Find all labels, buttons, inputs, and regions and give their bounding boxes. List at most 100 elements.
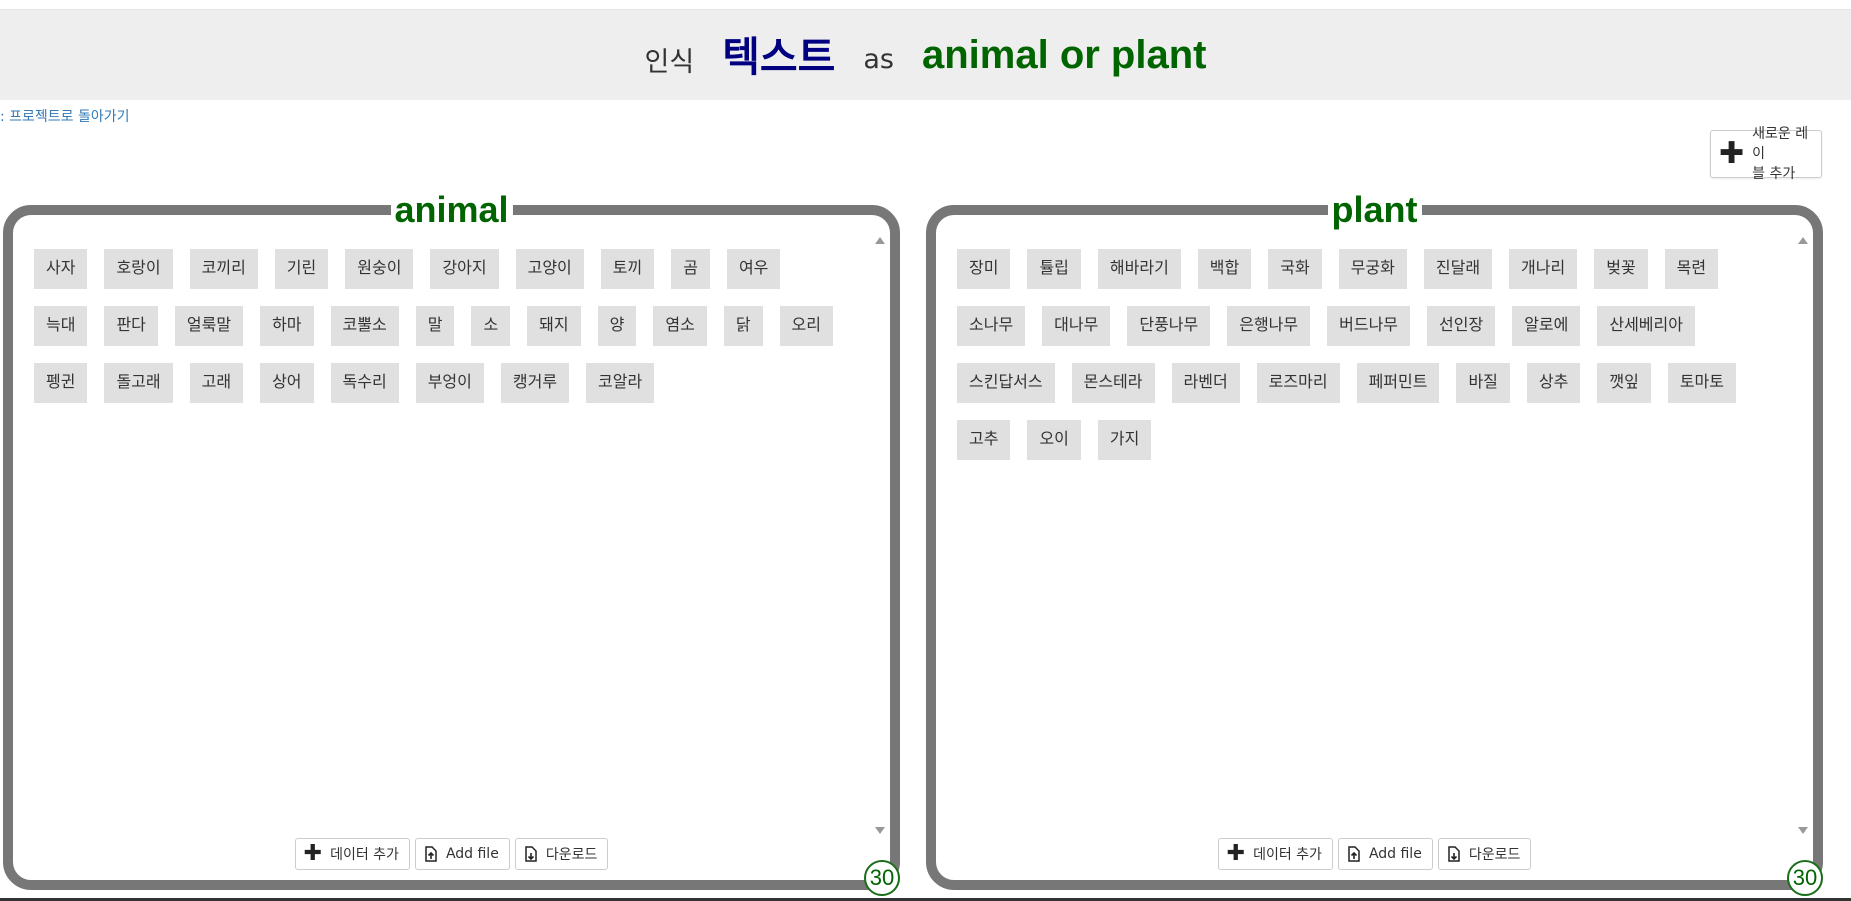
add-data-label: 데이터 추가 (1253, 847, 1322, 863)
bucket-button-row: ✚ 데이터 추가 Add file 다운로드 (13, 838, 890, 870)
training-item[interactable]: 산세베리아 (1597, 306, 1695, 346)
download-label: 다운로드 (545, 847, 598, 863)
header-recognise: 인식 (644, 46, 695, 78)
add-new-label-text: 새로운 레이 블 추가 (1752, 124, 1813, 184)
scrollbar[interactable] (1796, 237, 1809, 834)
training-item[interactable]: 늑대 (34, 306, 88, 346)
training-item[interactable]: 깻잎 (1597, 363, 1651, 403)
add-data-button[interactable]: ✚ 데이터 추가 (1217, 838, 1333, 870)
add-file-label: Add file (445, 846, 499, 862)
training-item[interactable]: 돌고래 (104, 363, 173, 403)
training-item[interactable]: 스킨답서스 (957, 363, 1055, 403)
training-item[interactable]: 곰 (671, 249, 710, 289)
training-item[interactable]: 무궁화 (1338, 249, 1407, 289)
training-item[interactable]: 개나리 (1509, 249, 1578, 289)
training-item[interactable]: 고래 (189, 363, 244, 403)
training-item[interactable]: 대나무 (1042, 306, 1111, 346)
training-item[interactable]: 몬스테라 (1071, 363, 1155, 403)
training-item[interactable]: 백합 (1197, 249, 1252, 289)
scrollbar[interactable] (873, 237, 886, 834)
training-item[interactable]: 하마 (260, 306, 314, 346)
bucket-title: plant (1327, 189, 1422, 231)
item-count-badge: 30 (1787, 860, 1823, 896)
add-file-label: Add file (1368, 846, 1422, 862)
header-type: 텍스트 (722, 33, 836, 81)
page-header: 인식 텍스트 as animal or plant (0, 10, 1851, 100)
training-items: 사자 호랑이 코끼리 기린 원숭이 강아지 고양이 토끼 곰 여우늑대 판다 얼룩말 하마 코뿔소 말 소 돼지… (34, 249, 854, 420)
training-item[interactable]: 소 (471, 306, 511, 346)
training-item[interactable]: 얼룩말 (174, 306, 244, 346)
training-item[interactable]: 펭귄 (34, 363, 88, 403)
plus-icon: ✚ (303, 841, 323, 866)
add-new-label-button[interactable]: ✚ 새로운 레이 블 추가 (1710, 126, 1822, 182)
training-items: 장미 튤립 해바라기 백합 국화 무궁화 진달래 개나리 벚꽃 목련소나무 대나무 단풍나무 은행나무 버… (957, 249, 1777, 477)
training-item[interactable]: 양 (597, 306, 637, 346)
scroll-down-arrow-icon[interactable] (1798, 827, 1808, 834)
training-item[interactable]: 단풍나무 (1127, 306, 1211, 346)
training-item[interactable]: 원숭이 (345, 249, 414, 289)
plus-icon: ✚ (1719, 136, 1745, 171)
training-item[interactable]: 코알라 (586, 363, 655, 403)
file-download-icon (524, 846, 538, 862)
training-item[interactable]: 토끼 (600, 249, 655, 289)
download-label: 다운로드 (1468, 847, 1521, 863)
training-item[interactable]: 강아지 (430, 249, 499, 289)
training-item[interactable]: 여우 (726, 249, 781, 289)
training-item[interactable]: 로즈마리 (1256, 363, 1340, 403)
training-item[interactable]: 튤립 (1027, 249, 1081, 289)
training-item[interactable]: 독수리 (330, 363, 399, 403)
add-new-label-line2: 블 추가 (1752, 166, 1796, 182)
training-item[interactable]: 알로에 (1512, 306, 1581, 346)
scroll-up-arrow-icon[interactable] (875, 237, 885, 244)
training-item[interactable]: 장미 (957, 249, 1011, 289)
training-item[interactable]: 기린 (274, 249, 329, 289)
training-item[interactable]: 은행나무 (1227, 306, 1311, 346)
training-item[interactable]: 버드나무 (1327, 306, 1411, 346)
training-item[interactable]: 사자 (34, 249, 88, 289)
training-item[interactable]: 해바라기 (1097, 249, 1181, 289)
training-item[interactable]: 선인장 (1427, 306, 1496, 346)
training-item[interactable]: 닭 (723, 306, 763, 346)
training-item[interactable]: 판다 (104, 306, 158, 346)
add-file-button[interactable]: Add file (1337, 838, 1433, 870)
file-upload-icon (1347, 846, 1361, 862)
training-item[interactable]: 가지 (1097, 420, 1152, 460)
training-item[interactable]: 라벤더 (1171, 363, 1240, 403)
back-to-project-link[interactable]: : 프로젝트로 돌아가기 (0, 106, 130, 126)
training-item[interactable]: 상추 (1526, 363, 1581, 403)
bucket-title: animal (390, 189, 513, 231)
training-item[interactable]: 호랑이 (104, 249, 173, 289)
training-item[interactable]: 돼지 (527, 306, 581, 346)
label-bucket-plant: plant 장미 튤립 해바라기 백합 국화 무궁화 진달래 개나리 벚꽃 목련소나무 대나무 단풍나… (926, 189, 1823, 896)
training-item[interactable]: 코끼리 (189, 249, 258, 289)
training-item[interactable]: 말 (415, 306, 455, 346)
training-item[interactable]: 토마토 (1667, 363, 1736, 403)
header-project-name: animal or plant (921, 32, 1207, 77)
training-item[interactable]: 캥거루 (500, 363, 570, 403)
download-button[interactable]: 다운로드 (1437, 838, 1532, 870)
training-item[interactable]: 진달래 (1423, 249, 1493, 289)
training-item[interactable]: 코뿔소 (330, 306, 399, 346)
training-item[interactable]: 국화 (1268, 249, 1322, 289)
training-item[interactable]: 페퍼민트 (1356, 363, 1440, 403)
training-item[interactable]: 상어 (260, 363, 314, 403)
add-file-button[interactable]: Add file (414, 838, 510, 870)
scroll-down-arrow-icon[interactable] (875, 827, 885, 834)
label-bucket-animal: animal 사자 호랑이 코끼리 기린 원숭이 강아지 고양이 토끼 곰 여우늑대 판다 얼룩말 하마… (3, 189, 900, 896)
training-item[interactable]: 고양이 (515, 249, 584, 289)
bucket-button-row: ✚ 데이터 추가 Add file 다운로드 (936, 838, 1813, 870)
training-item[interactable]: 벚꽃 (1594, 249, 1648, 289)
file-download-icon (1447, 846, 1461, 862)
training-item[interactable]: 부엉이 (415, 363, 484, 403)
training-item[interactable]: 목련 (1664, 249, 1719, 289)
training-item[interactable]: 고추 (957, 420, 1011, 460)
training-item[interactable]: 소나무 (957, 306, 1026, 346)
add-data-button[interactable]: ✚ 데이터 추가 (294, 838, 410, 870)
training-item[interactable]: 오이 (1027, 420, 1081, 460)
training-item[interactable]: 염소 (653, 306, 707, 346)
training-item[interactable]: 바질 (1456, 363, 1510, 403)
add-data-label: 데이터 추가 (330, 847, 399, 863)
training-item[interactable]: 오리 (779, 306, 833, 346)
scroll-up-arrow-icon[interactable] (1798, 237, 1808, 244)
download-button[interactable]: 다운로드 (514, 838, 609, 870)
